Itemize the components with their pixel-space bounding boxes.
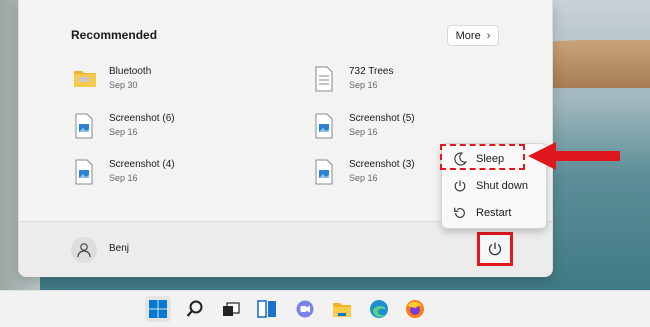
recommended-item[interactable]: Screenshot (6) Sep 16 — [73, 113, 273, 145]
item-name: Screenshot (4) — [109, 159, 175, 170]
start-menu: Recommended More › Bluetooth Sep 30 732 … — [18, 0, 553, 277]
item-name: Screenshot (6) — [109, 113, 175, 124]
file-explorer-icon[interactable] — [329, 296, 355, 322]
more-button[interactable]: More › — [447, 25, 499, 46]
shutdown-option[interactable]: Shut down — [442, 174, 546, 198]
item-date: Sep 16 — [109, 173, 138, 183]
avatar[interactable] — [71, 237, 97, 263]
more-label: More — [455, 29, 481, 42]
sleep-label: Sleep — [476, 153, 505, 165]
recommended-item[interactable]: Bluetooth Sep 30 — [73, 66, 273, 98]
item-date: Sep 16 — [109, 127, 138, 137]
power-icon — [488, 242, 502, 256]
recommended-item[interactable]: Screenshot (4) Sep 16 — [73, 159, 273, 191]
firefox-icon[interactable] — [402, 296, 428, 322]
document-icon — [313, 66, 335, 94]
item-date: Sep 16 — [349, 173, 378, 183]
chevron-right-icon: › — [486, 29, 491, 42]
windows-start-icon[interactable] — [145, 296, 171, 322]
shutdown-label: Shut down — [476, 180, 528, 192]
image-file-icon — [73, 113, 95, 141]
item-name: 732 Trees — [349, 66, 394, 77]
moon-icon — [452, 151, 468, 167]
edge-icon[interactable] — [366, 296, 392, 322]
recommended-item[interactable]: Screenshot (5) Sep 16 — [313, 113, 513, 145]
item-date: Sep 16 — [349, 80, 378, 90]
user-name[interactable]: Benj — [109, 243, 129, 254]
item-date: Sep 30 — [109, 80, 138, 90]
task-view-icon[interactable] — [218, 296, 244, 322]
folder-icon — [73, 66, 96, 94]
power-icon — [452, 178, 468, 194]
restart-label: Restart — [476, 207, 512, 219]
item-name: Screenshot (5) — [349, 113, 415, 124]
widgets-icon[interactable] — [254, 296, 280, 322]
search-icon[interactable] — [182, 296, 208, 322]
restart-icon — [452, 205, 468, 221]
power-button[interactable] — [477, 232, 513, 266]
red-arrow-annotation — [528, 142, 620, 170]
teams-chat-icon[interactable] — [292, 296, 318, 322]
item-name: Screenshot (3) — [349, 159, 415, 170]
recommended-item[interactable]: 732 Trees Sep 16 — [313, 66, 513, 98]
recommended-title: Recommended — [71, 28, 158, 42]
item-name: Bluetooth — [109, 66, 152, 77]
start-menu-footer: Benj — [19, 221, 552, 277]
user-icon — [77, 243, 91, 258]
image-file-icon — [73, 159, 95, 187]
item-date: Sep 16 — [349, 127, 378, 137]
image-file-icon — [313, 113, 335, 141]
restart-option[interactable]: Restart — [442, 201, 546, 225]
image-file-icon — [313, 159, 335, 187]
taskbar — [0, 290, 650, 327]
